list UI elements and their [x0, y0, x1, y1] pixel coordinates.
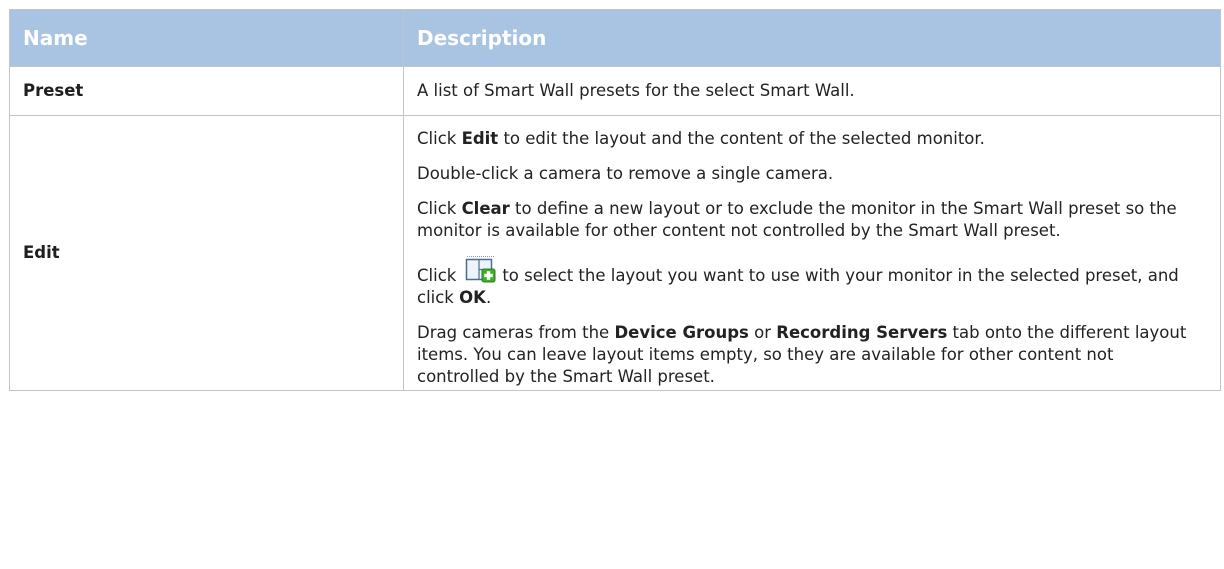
edit-p4-text: Click: [417, 266, 457, 285]
header-description: Description: [403, 9, 1221, 67]
device-groups-keyword: Device Groups: [614, 323, 749, 342]
table-row-preset: Preset A list of Smart Wall presets for …: [9, 66, 1221, 116]
edit-p5-text: Drag cameras from the: [417, 323, 615, 342]
edit-paragraph-4: Click to select the layout you want to u…: [417, 255, 1200, 309]
edit-p1-rest: to edit the layout and the content of th…: [498, 129, 985, 148]
clear-keyword: Clear: [461, 199, 510, 218]
edit-paragraph-5: Drag cameras from the Device Groups or R…: [417, 322, 1200, 388]
edit-p4-rest: to select the layout you want to use wit…: [417, 266, 1179, 307]
smart-wall-properties-table: Name Description Preset A list of Smart …: [9, 9, 1221, 391]
edit-paragraph-3: Click Clear to define a new layout or to…: [417, 198, 1200, 242]
row-description-edit: Click Edit to edit the layout and the co…: [403, 115, 1221, 391]
edit-keyword: Edit: [461, 129, 499, 148]
edit-paragraph-1: Click Edit to edit the layout and the co…: [417, 128, 1200, 150]
edit-p5-or: or: [748, 323, 777, 342]
edit-p1-text: Click: [417, 129, 462, 148]
edit-p3-rest: to define a new layout or to exclude the…: [417, 199, 1177, 240]
recording-servers-keyword: Recording Servers: [776, 323, 948, 342]
edit-p4-end: .: [485, 288, 492, 307]
row-description-preset: A list of Smart Wall presets for the sel…: [403, 66, 1221, 116]
layout-add-icon: [464, 255, 498, 285]
table-header-row: Name Description: [9, 9, 1221, 67]
header-name: Name: [9, 9, 404, 67]
ok-keyword: OK: [459, 288, 486, 307]
edit-paragraph-2: Double-click a camera to remove a single…: [417, 164, 834, 183]
row-name-edit: Edit: [9, 115, 404, 391]
table-row-edit: Edit Click Edit to edit the layout and t…: [9, 115, 1221, 391]
edit-p3-text: Click: [417, 199, 462, 218]
row-name-preset: Preset: [9, 66, 404, 116]
